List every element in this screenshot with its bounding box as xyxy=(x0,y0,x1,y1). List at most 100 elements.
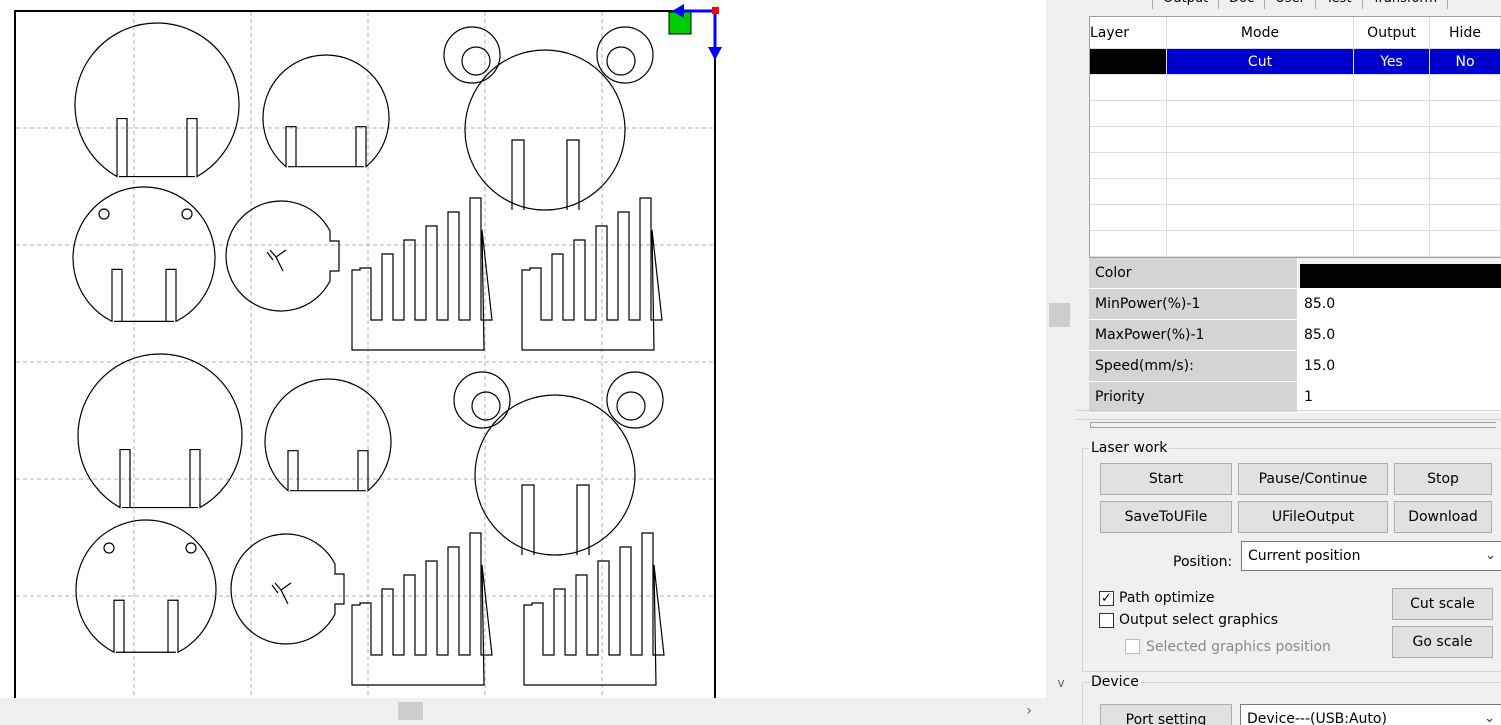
speed-value[interactable]: 15.0 xyxy=(1298,351,1501,381)
part-bear-slots[interactable] xyxy=(521,484,590,555)
tab-test[interactable]: Test xyxy=(1314,0,1363,9)
scroll-corner xyxy=(1046,698,1076,725)
table-row xyxy=(1090,126,1501,153)
part-bear-ear-hole[interactable] xyxy=(461,46,491,76)
laser-work-title: Laser work xyxy=(1091,440,1168,456)
device-value: Device---(USB:Auto) xyxy=(1247,711,1387,725)
panel-tabs: Output Doc User Test Transform xyxy=(1152,0,1449,10)
design-drawing[interactable] xyxy=(0,0,1046,698)
eye-hole[interactable] xyxy=(98,208,110,220)
min-power-label: MinPower(%)-1 xyxy=(1089,289,1298,319)
property-speed[interactable]: Speed(mm/s): 15.0 xyxy=(1089,351,1501,382)
path-optimize-label[interactable]: Path optimize xyxy=(1119,590,1215,606)
cut-scale-button[interactable]: Cut scale xyxy=(1392,588,1493,620)
table-row xyxy=(1090,178,1501,205)
part-bear-ear-hole[interactable] xyxy=(471,391,501,421)
layer-mode-cell[interactable]: Cut xyxy=(1166,48,1354,75)
port-setting-button[interactable]: Port setting xyxy=(1100,704,1232,725)
scroll-up-icon[interactable]: ^ xyxy=(1046,0,1076,8)
part-round-legs[interactable] xyxy=(74,22,240,178)
layer-table[interactable]: Layer Mode Output Hide Cut Yes No xyxy=(1089,16,1501,258)
header-layer[interactable]: Layer xyxy=(1090,17,1167,49)
max-power-label: MaxPower(%)-1 xyxy=(1089,320,1298,350)
part-bear-ear-hole[interactable] xyxy=(606,46,636,76)
header-hide[interactable]: Hide xyxy=(1429,17,1501,49)
part-comb[interactable] xyxy=(351,197,493,351)
go-scale-button[interactable]: Go scale xyxy=(1392,626,1493,658)
tab-output[interactable]: Output xyxy=(1152,0,1220,9)
part-round-small[interactable] xyxy=(262,54,390,168)
device-select[interactable]: Device---(USB:Auto) ⌄ xyxy=(1240,704,1501,725)
horizontal-scrollbar[interactable]: › xyxy=(0,698,1046,725)
layer-hide-cell[interactable]: No xyxy=(1429,48,1501,75)
path-optimize-checkbox[interactable]: ✓ xyxy=(1099,591,1114,606)
eye-hole[interactable] xyxy=(103,542,115,554)
property-priority[interactable]: Priority 1 xyxy=(1089,382,1501,413)
chevron-down-icon: ⌄ xyxy=(1485,548,1496,563)
device-title: Device xyxy=(1091,674,1139,690)
stop-button[interactable]: Stop xyxy=(1394,463,1492,495)
part-bear[interactable] xyxy=(464,49,626,211)
color-swatch[interactable] xyxy=(1300,264,1501,288)
layer-color-cell[interactable] xyxy=(1090,48,1167,75)
output-select-graphics-label[interactable]: Output select graphics xyxy=(1119,612,1278,628)
download-button[interactable]: Download xyxy=(1394,501,1492,533)
start-button[interactable]: Start xyxy=(1100,463,1232,495)
min-power-value[interactable]: 85.0 xyxy=(1298,289,1501,319)
vertical-scrollbar[interactable]: ^ v xyxy=(1046,0,1076,698)
part-notched-disc[interactable] xyxy=(230,533,345,645)
pause-continue-button[interactable]: Pause/Continue xyxy=(1238,463,1388,495)
part-face[interactable] xyxy=(72,186,216,323)
part-face[interactable] xyxy=(75,519,217,654)
vertical-scroll-thumb[interactable] xyxy=(1049,303,1070,327)
ufile-output-button[interactable]: UFileOutput xyxy=(1238,501,1388,533)
output-select-graphics-checkbox[interactable] xyxy=(1099,613,1114,628)
part-round-small[interactable] xyxy=(264,378,392,492)
table-row xyxy=(1090,204,1501,231)
color-label: Color xyxy=(1089,258,1298,288)
position-select[interactable]: Current position ⌄ xyxy=(1241,541,1501,571)
part-bear-slots[interactable] xyxy=(511,139,580,210)
cut-parts xyxy=(72,22,665,686)
part-comb[interactable] xyxy=(523,532,665,686)
priority-value[interactable]: 1 xyxy=(1298,382,1501,412)
part-comb[interactable] xyxy=(351,532,493,686)
property-color[interactable]: Color xyxy=(1089,258,1501,289)
work-area-border xyxy=(14,10,716,698)
property-max-power[interactable]: MaxPower(%)-1 85.0 xyxy=(1089,320,1501,351)
max-power-value[interactable]: 85.0 xyxy=(1298,320,1501,350)
table-row xyxy=(1090,230,1501,257)
scroll-down-icon[interactable]: v xyxy=(1046,676,1076,694)
position-value: Current position xyxy=(1248,548,1361,564)
tab-transform[interactable]: Transform xyxy=(1361,0,1449,9)
part-bear[interactable] xyxy=(474,394,636,556)
property-min-power[interactable]: MinPower(%)-1 85.0 xyxy=(1089,289,1501,320)
splitter-handle[interactable] xyxy=(1090,422,1496,428)
horizontal-scroll-thumb[interactable] xyxy=(398,702,423,720)
table-row[interactable]: Cut Yes No xyxy=(1090,48,1501,75)
chevron-down-icon: ⌄ xyxy=(1484,711,1495,725)
part-round-legs[interactable] xyxy=(77,353,243,509)
work-canvas[interactable] xyxy=(0,0,1046,698)
table-row xyxy=(1090,152,1501,179)
part-bear-ear-hole[interactable] xyxy=(616,391,646,421)
scroll-right-icon[interactable]: › xyxy=(1012,700,1046,722)
tab-user[interactable]: User xyxy=(1264,0,1316,9)
eye-hole[interactable] xyxy=(181,208,193,220)
save-to-ufile-button[interactable]: SaveToUFile xyxy=(1100,501,1232,533)
position-label: Position: xyxy=(1173,554,1233,570)
part-notched-disc-symbol[interactable] xyxy=(271,582,292,605)
header-output[interactable]: Output xyxy=(1353,17,1430,49)
layer-output-cell[interactable]: Yes xyxy=(1353,48,1430,75)
selected-graphics-position-checkbox[interactable] xyxy=(1125,639,1140,654)
selected-graphics-position-label: Selected graphics position xyxy=(1146,639,1331,655)
part-notched-disc-symbol[interactable] xyxy=(266,249,287,272)
header-mode[interactable]: Mode xyxy=(1166,17,1354,49)
speed-label: Speed(mm/s): xyxy=(1089,351,1298,381)
part-notched-disc[interactable] xyxy=(225,200,340,312)
panel-splitter[interactable] xyxy=(1076,410,1501,420)
tab-doc[interactable]: Doc xyxy=(1218,0,1266,9)
eye-hole[interactable] xyxy=(185,542,197,554)
part-comb[interactable] xyxy=(521,197,663,351)
priority-label: Priority xyxy=(1089,382,1298,412)
